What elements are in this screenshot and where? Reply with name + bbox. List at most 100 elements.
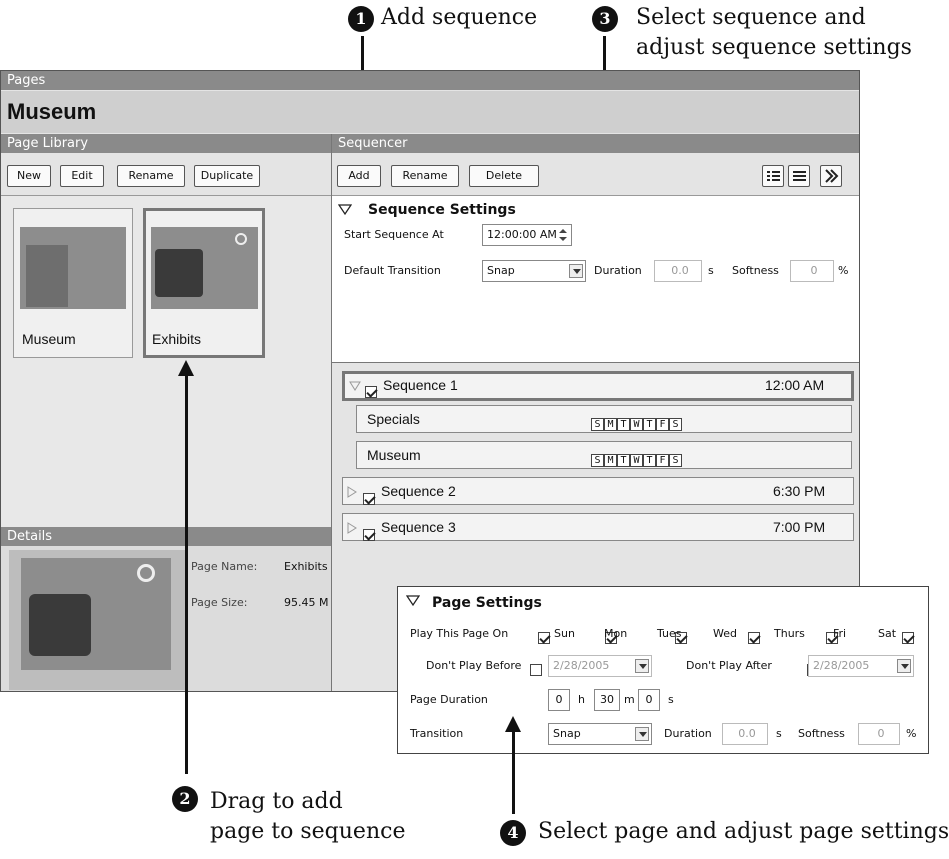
seconds-field[interactable]: 0: [638, 689, 660, 711]
day-box[interactable]: T: [643, 418, 656, 431]
page-thumbnail-exhibits[interactable]: Exhibits: [143, 208, 265, 358]
page-name-label: Page Name:: [191, 560, 258, 573]
page-thumbnail-exhibits-image: [151, 227, 258, 309]
collapse-triangle-icon[interactable]: [349, 381, 361, 391]
sequence-3-name: Sequence 3: [381, 519, 456, 535]
chevron-down-icon: [897, 659, 911, 673]
transition-softness-label: Softness: [798, 727, 845, 740]
hours-unit: h: [578, 693, 585, 706]
day-box[interactable]: W: [630, 454, 643, 467]
add-sequence-button[interactable]: Add: [337, 165, 381, 187]
sequence-page-name: Specials: [367, 411, 420, 427]
day-box[interactable]: M: [604, 454, 617, 467]
transition-softness-unit: %: [906, 727, 917, 740]
day-box[interactable]: S: [669, 418, 682, 431]
callout-1-number: 1: [348, 6, 374, 32]
edit-button[interactable]: Edit: [60, 165, 104, 187]
callout-2-line1: Drag to add: [210, 789, 343, 814]
dont-play-after-date[interactable]: 2/28/2005: [808, 655, 914, 677]
collapse-triangle-icon[interactable]: [338, 204, 352, 216]
day-box[interactable]: F: [656, 418, 669, 431]
dont-play-before-checkbox[interactable]: [529, 663, 542, 676]
details-panel: Page Name: Exhibits Page Size: 95.45 M: [1, 546, 331, 691]
sequence-1-time: 12:00 AM: [765, 377, 825, 393]
expand-triangle-icon[interactable]: [347, 522, 357, 534]
page-library-toolbar: New Edit Rename Duplicate: [1, 153, 331, 195]
page-library-panel: Museum Exhibits: [1, 195, 331, 527]
wed-checkbox[interactable]: [748, 631, 761, 644]
play-on-label: Play This Page On: [410, 627, 509, 640]
expand-panel-icon[interactable]: [820, 165, 842, 187]
rename-button[interactable]: Rename: [117, 165, 185, 187]
callout-4-text: Select page and adjust page settings: [538, 819, 949, 844]
transition-duration-field[interactable]: 0.0: [722, 723, 768, 745]
page-size-value: 95.45 M: [284, 596, 329, 609]
day-box[interactable]: T: [617, 418, 630, 431]
softness-unit: %: [838, 264, 849, 277]
day-box[interactable]: W: [630, 418, 643, 431]
wed-label: Wed: [713, 627, 737, 640]
sequence-2-checkbox[interactable]: [363, 493, 375, 506]
new-button[interactable]: New: [7, 165, 51, 187]
detail-view-icon[interactable]: [788, 165, 810, 187]
duplicate-button[interactable]: Duplicate: [194, 165, 260, 187]
sequence-2-time: 6:30 PM: [773, 483, 826, 499]
day-box[interactable]: S: [669, 454, 682, 467]
start-sequence-label: Start Sequence At: [344, 228, 444, 241]
sun-label: Sun: [554, 627, 575, 640]
page-thumbnail-museum[interactable]: Museum: [13, 208, 133, 358]
transition-softness-field[interactable]: 0: [858, 723, 900, 745]
rename-sequence-button[interactable]: Rename: [391, 165, 459, 187]
day-box[interactable]: S: [591, 454, 604, 467]
callout-2-number: 2: [172, 786, 198, 812]
day-schedule: SMTWTFS: [591, 412, 682, 438]
day-box[interactable]: M: [604, 418, 617, 431]
duration-field[interactable]: 0.0: [654, 260, 702, 282]
sun-checkbox[interactable]: [538, 631, 550, 644]
duration-label: Duration: [594, 264, 642, 277]
start-sequence-field[interactable]: 12:00:00 AM: [482, 224, 572, 246]
thurs-label: Thurs: [774, 627, 805, 640]
dont-play-after-label: Don't Play After: [686, 659, 772, 672]
softness-field[interactable]: 0: [790, 260, 834, 282]
sequence-1-checkbox[interactable]: [365, 386, 377, 399]
hours-field[interactable]: 0: [548, 689, 570, 711]
chevron-down-icon: [569, 264, 583, 278]
day-box[interactable]: T: [617, 454, 630, 467]
sequence-page-row[interactable]: Specials SMTWTFS: [356, 405, 852, 433]
sequence-row-1[interactable]: Sequence 1 12:00 AM: [342, 371, 854, 401]
transition-select[interactable]: Snap: [548, 723, 652, 745]
day-box[interactable]: F: [656, 454, 669, 467]
sequence-row-2[interactable]: Sequence 2 6:30 PM: [342, 477, 854, 506]
dont-play-before-date[interactable]: 2/28/2005: [548, 655, 652, 677]
list-view-icon[interactable]: [762, 165, 784, 187]
expand-triangle-icon[interactable]: [347, 486, 357, 498]
page-settings-panel: Page Settings Play This Page On Sun Mon …: [397, 586, 929, 754]
callout-3-number: 3: [592, 6, 618, 32]
dont-play-before-value: 2/28/2005: [553, 659, 610, 672]
default-transition-value: Snap: [487, 264, 515, 277]
seconds-unit: s: [668, 693, 674, 706]
spinner-icon[interactable]: [557, 227, 569, 243]
transition-duration-unit: s: [776, 727, 782, 740]
day-schedule: SMTWTFS: [591, 448, 682, 474]
default-transition-select[interactable]: Snap: [482, 260, 586, 282]
mon-label: Mon: [604, 627, 628, 640]
collapse-triangle-icon[interactable]: [406, 595, 420, 607]
day-box[interactable]: S: [591, 418, 604, 431]
callout-4-number: 4: [500, 820, 526, 846]
sequence-3-checkbox[interactable]: [363, 529, 375, 542]
sequencer-header: Sequencer: [332, 134, 859, 153]
sequence-settings-panel: Sequence Settings Start Sequence At 12:0…: [332, 195, 859, 363]
sequence-row-3[interactable]: Sequence 3 7:00 PM: [342, 513, 854, 542]
page-settings-title: Page Settings: [432, 595, 542, 611]
sequence-page-row[interactable]: Museum SMTWTFS: [356, 441, 852, 469]
callout-2-line2: page to sequence: [210, 819, 406, 844]
delete-sequence-button[interactable]: Delete: [469, 165, 539, 187]
sequence-2-name: Sequence 2: [381, 483, 456, 499]
softness-label: Softness: [732, 264, 779, 277]
minutes-field[interactable]: 30: [594, 689, 620, 711]
day-box[interactable]: T: [643, 454, 656, 467]
chevron-down-icon: [635, 659, 649, 673]
fri-checkbox[interactable]: [902, 631, 915, 644]
